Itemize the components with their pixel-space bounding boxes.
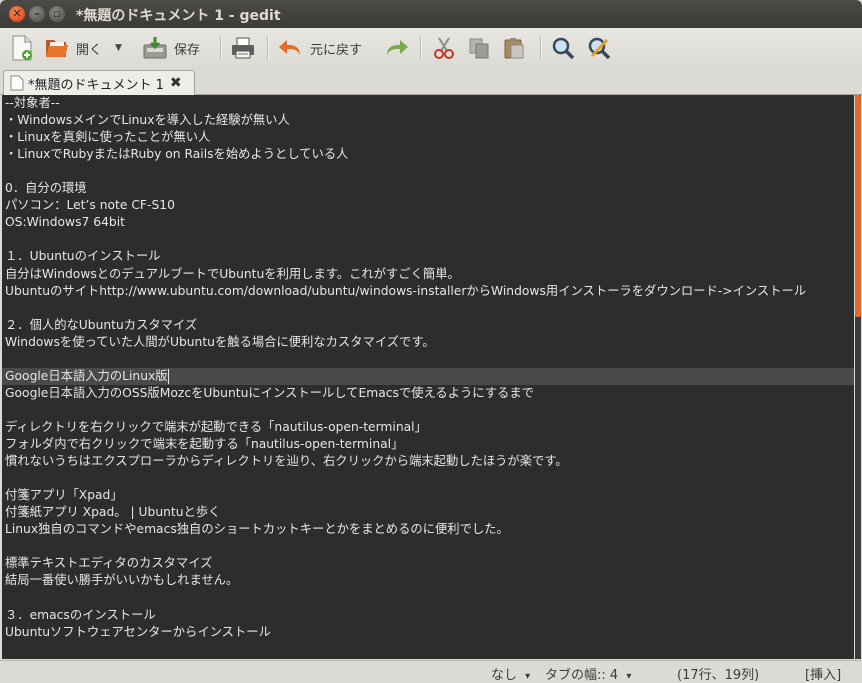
tab-bar: *無題のドキュメント 1 ✖	[0, 68, 862, 95]
replace-button[interactable]	[587, 34, 611, 62]
redo-arrow-icon	[387, 40, 408, 55]
paste-button[interactable]	[502, 34, 526, 62]
text-line: Linux独自のコマンドやemacs独自のショートカットキーとかをまとめるのに便…	[5, 522, 509, 537]
save-button[interactable]: 保存	[142, 34, 200, 62]
text-line: ディレクトリを右クリックで端末が起動できる「nautilus-open-term…	[5, 419, 427, 434]
printer-icon	[232, 37, 254, 59]
search-button[interactable]	[551, 34, 575, 62]
search-replace-icon	[588, 37, 611, 60]
text-line: 0．自分の環境	[5, 181, 87, 196]
chevron-down-icon: ▾	[525, 671, 531, 682]
text-line: Google日本語入力のLinux版	[5, 368, 168, 383]
chevron-down-icon: ▾	[626, 671, 632, 682]
insert-mode-indicator: [挿入]	[805, 668, 842, 683]
text-line: Ubuntuのサイトhttp://www.ubuntu.com/download…	[5, 283, 807, 298]
close-window-button[interactable]: ✕	[9, 6, 25, 22]
toolbar-separator	[267, 36, 269, 60]
close-tab-icon[interactable]: ✖	[170, 75, 182, 91]
window-title: *無題のドキュメント 1 - gedit	[76, 8, 281, 24]
search-icon	[552, 37, 575, 60]
text-line: 標準テキストエディタのカスタマイズ	[5, 556, 213, 571]
document-icon	[10, 75, 24, 91]
minimize-window-button[interactable]: –	[29, 6, 45, 22]
redo-button[interactable]	[383, 34, 409, 62]
text-line: ・LinuxでRubyまたはRuby on Railsを始めようとしている人	[5, 147, 349, 162]
language-selector[interactable]: なし ▾	[491, 664, 530, 683]
text-line: 自分はWindowsとのデュアルブートでUbuntuを利用します。これがすごく簡…	[5, 266, 460, 281]
undo-button[interactable]: 元に戻す	[278, 34, 362, 62]
text-line: 慣れないうちはエクスプローラからディレクトリを辿り、右クリックから端末起動したほ…	[5, 454, 568, 469]
scrollbar-thumb[interactable]	[855, 95, 861, 317]
language-label: なし	[491, 668, 518, 683]
tab-label: *無題のドキュメント 1	[28, 77, 164, 93]
text-line: ２．個人的なUbuntuカスタマイズ	[5, 317, 198, 332]
text-line: --対象者--	[5, 96, 60, 110]
undo-label: 元に戻す	[310, 42, 363, 58]
text-line: パソコン：Let’s note CF-S10	[5, 198, 175, 213]
text-editor[interactable]: --対象者-- ・WindowsメインでLinuxを導入した経験が無い人 ・Linu…	[2, 95, 854, 659]
new-document-button[interactable]	[10, 34, 34, 62]
text-line: ・WindowsメインでLinuxを導入した経験が無い人	[5, 113, 290, 128]
scissors-icon	[434, 37, 454, 59]
text-line: ３．emacsのインストール	[5, 607, 156, 622]
open-button[interactable]: 開く	[44, 34, 102, 62]
text-line: 付箋紙アプリ Xpad。 | Ubuntuと歩く	[5, 505, 221, 520]
text-line: フォルダ内で右クリックで端末を起動する「nautilus-open-termin…	[5, 437, 404, 451]
toolbar: 開く ▼ 保存 元に戻す	[0, 28, 862, 68]
text-line: Windowsを使っていた人間がUbuntuを触る場合に便利なカスタマイズです。	[5, 334, 435, 349]
status-bar: なし ▾ タブの幅:: 4 ▾ (17行、19列) [挿入]	[0, 660, 862, 683]
toolbar-separator	[220, 36, 222, 60]
text-caret	[167, 368, 169, 384]
folder-open-icon	[46, 40, 68, 57]
tab-untitled-document-1[interactable]: *無題のドキュメント 1 ✖	[3, 70, 195, 95]
toolbar-separator	[540, 36, 542, 60]
text-line: 結局一番使い勝手がいいかもしれません。	[5, 573, 239, 588]
cut-button[interactable]	[432, 34, 456, 62]
undo-arrow-icon	[279, 40, 300, 55]
print-button[interactable]	[230, 34, 256, 62]
cursor-position: (17行、19列)	[677, 668, 760, 683]
tab-width-selector[interactable]: タブの幅:: 4 ▾	[545, 664, 631, 683]
copy-button[interactable]	[467, 34, 491, 62]
text-line: Ubuntuソフトウェアセンターからインストール	[5, 624, 271, 639]
open-dropdown-button[interactable]: ▼	[115, 34, 122, 62]
text-line: １．Ubuntuのインストール	[5, 249, 161, 264]
text-line: ４．Rubyのインストール	[5, 658, 146, 660]
text-line: OS:Windows7 64bit	[5, 215, 125, 230]
text-line: 付箋アプリ「Xpad」	[5, 488, 123, 503]
text-line: Google日本語入力のOSS版MozcをUbuntuにインストールしてEmac…	[5, 385, 534, 400]
save-icon	[143, 37, 167, 59]
chevron-down-icon: ▼	[115, 43, 122, 53]
open-label: 開く	[76, 42, 103, 58]
tab-width-label: タブの幅:: 4	[545, 668, 619, 683]
paste-icon	[504, 38, 524, 59]
text-line: ・Linuxを真剣に使ったことが無い人	[5, 130, 211, 145]
new-document-icon	[12, 35, 32, 61]
copy-icon	[469, 38, 489, 59]
save-label: 保存	[174, 42, 201, 58]
maximize-window-button[interactable]: ▫	[49, 6, 65, 22]
title-bar: ✕ – ▫ *無題のドキュメント 1 - gedit	[0, 0, 862, 28]
toolbar-separator	[420, 36, 422, 60]
